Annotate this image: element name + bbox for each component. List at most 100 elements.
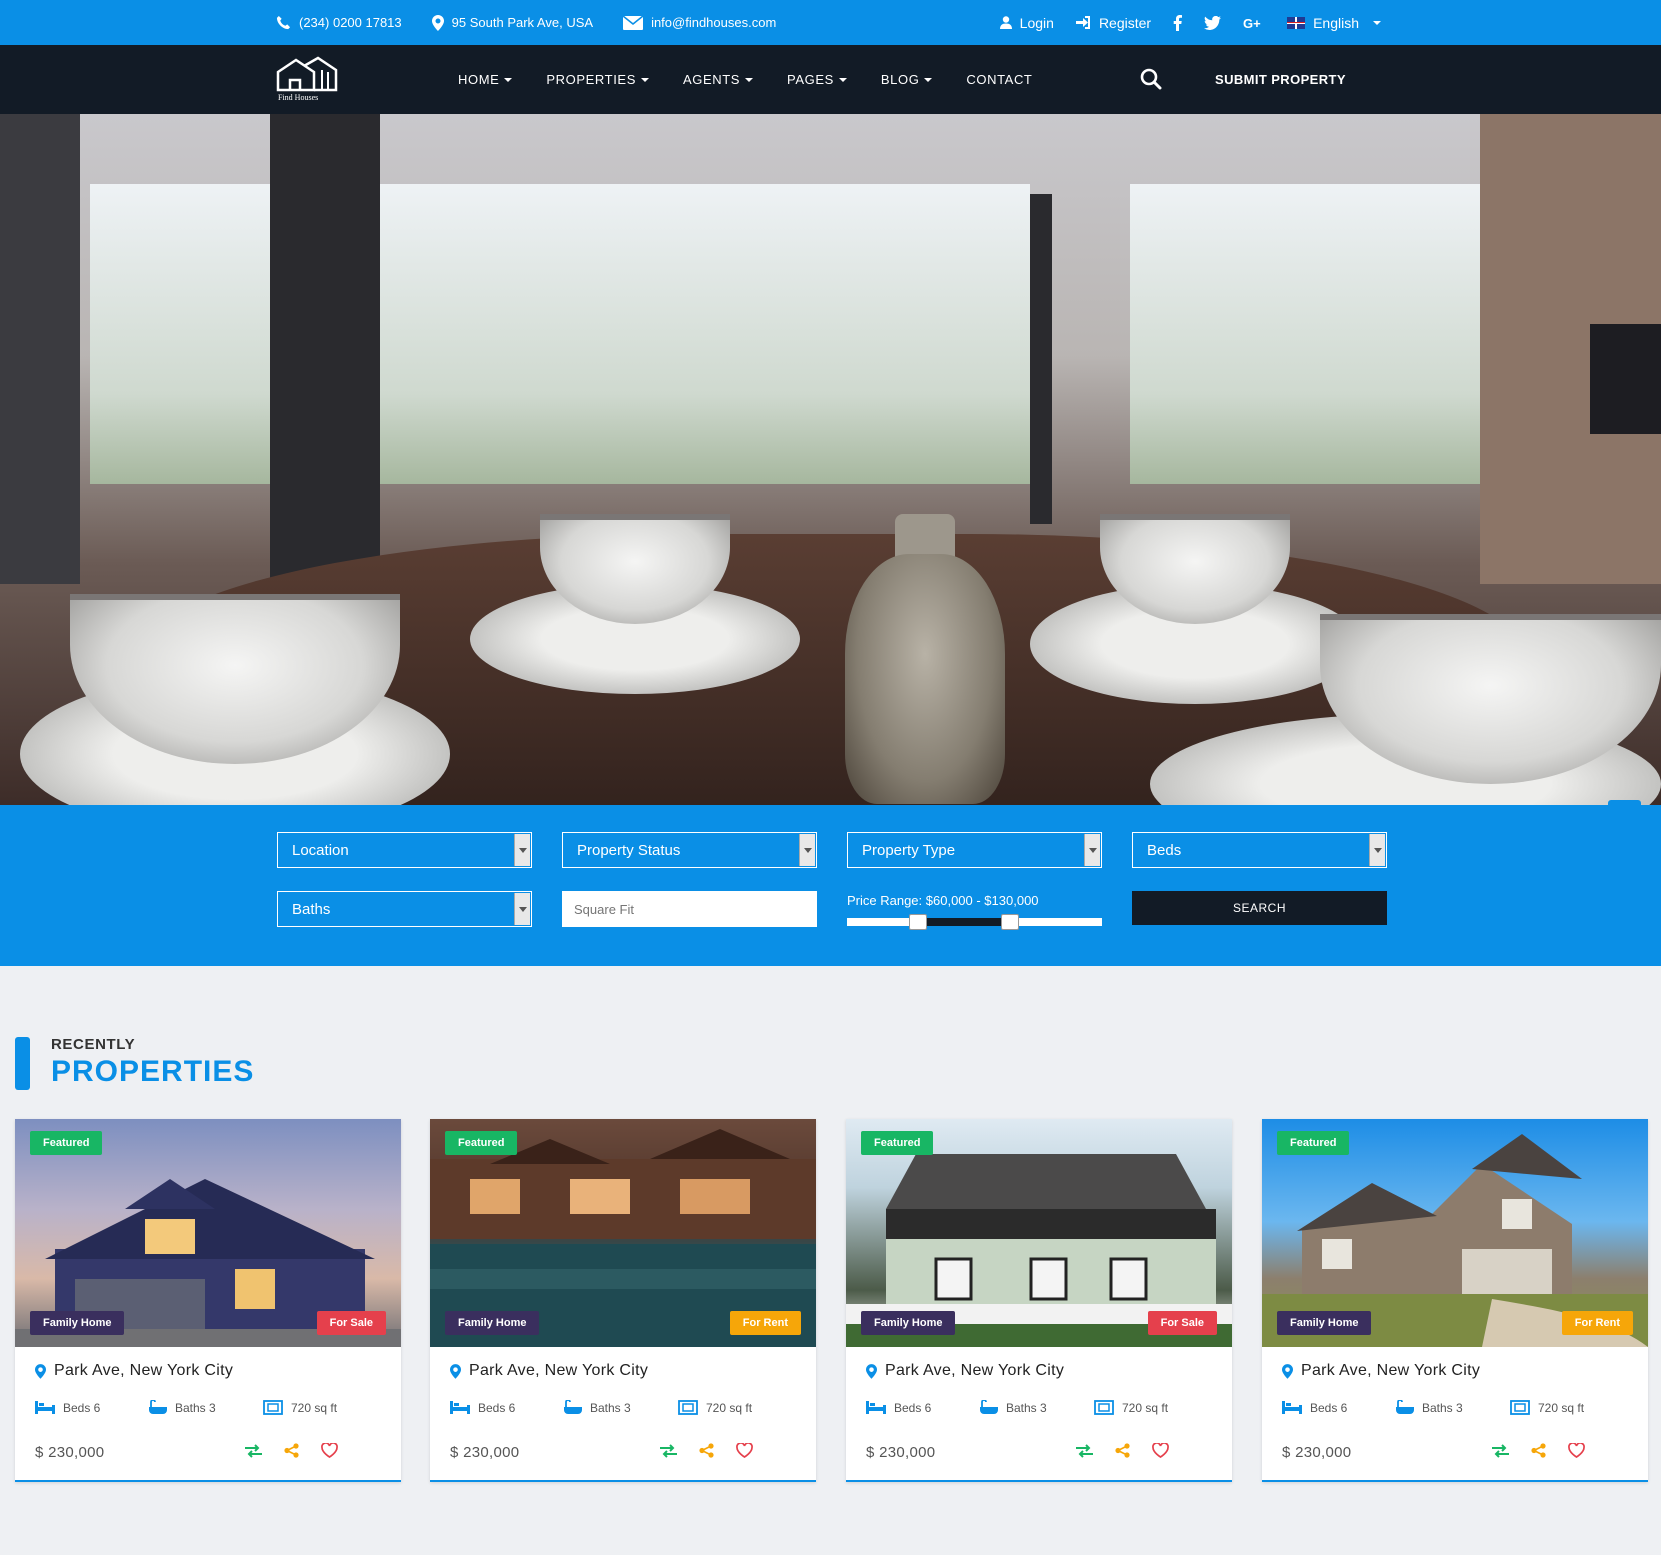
property-card[interactable]: Featured Family Home For Rent Park Ave, New… [1262,1119,1648,1482]
property-address[interactable]: Park Ave, New York City [35,1362,233,1380]
phone-icon [276,15,291,30]
property-card[interactable]: Featured Family Home For Sale Park Ave, New… [15,1119,401,1482]
chevron-down-icon [1369,834,1385,866]
nav-pages[interactable]: PAGES [787,72,847,87]
area-feature: 720 sq ft [1510,1400,1584,1415]
nav-item-label: HOME [458,72,500,87]
site-logo[interactable]: Find Houses [276,56,340,104]
search-icon[interactable] [1140,68,1162,90]
price-range-max-handle[interactable] [1001,914,1020,930]
chevron-down-icon [1373,20,1381,25]
language-selector[interactable]: English [1287,15,1381,31]
nav-item-label: CONTACT [966,72,1033,87]
favorite-button[interactable] [321,1442,338,1463]
favorite-button[interactable] [1152,1442,1169,1463]
property-address[interactable]: Park Ave, New York City [866,1362,1064,1380]
compare-icon [1076,1443,1093,1458]
compare-button[interactable] [660,1443,677,1463]
nav-contact[interactable]: CONTACT [966,72,1032,87]
favorite-button[interactable] [1568,1442,1585,1463]
chevron-down-icon [838,77,847,82]
uk-flag-icon [1287,16,1306,29]
bed-icon [450,1401,470,1414]
area-icon [678,1400,698,1415]
nav-blog[interactable]: BLOG [881,72,933,87]
submit-property-button[interactable]: SUBMIT PROPERTY [1215,45,1346,114]
chevron-down-icon [514,893,530,925]
email-info[interactable]: info@findhouses.com [623,15,776,30]
compare-button[interactable] [245,1443,262,1463]
baths-label: Baths 3 [1006,1400,1047,1415]
property-address[interactable]: Park Ave, New York City [1282,1362,1480,1380]
top-bar: (234) 0200 17813 95 South Park Ave, USA … [0,0,1661,45]
share-icon [699,1443,714,1458]
share-button[interactable] [1115,1443,1130,1463]
featured-badge: Featured [1277,1131,1350,1155]
register-link[interactable]: Register [1075,15,1151,31]
status-badge: For Sale [316,1311,386,1335]
price-range-label: Price Range: $60,000 - $130,000 [847,893,1039,908]
nav-item-label: BLOG [880,72,920,87]
compare-icon [660,1443,677,1458]
nav-properties[interactable]: PROPERTIES [546,72,649,87]
property-type-select[interactable]: Property Type [847,832,1102,868]
property-features: Beds 6 Baths 3 720 sq ft [35,1400,337,1415]
phone-info[interactable]: (234) 0200 17813 [276,15,402,30]
compare-button[interactable] [1076,1443,1093,1463]
twitter-icon[interactable] [1204,15,1222,30]
property-type-badge: Family Home [1277,1311,1372,1335]
address-label: Park Ave, New York City [54,1362,234,1379]
property-status-select[interactable]: Property Status [562,832,817,868]
favorite-button[interactable] [736,1442,753,1463]
share-icon [1115,1443,1130,1458]
nav-home[interactable]: HOME [458,72,513,87]
chevron-down-icon [640,77,649,82]
property-type-badge: Family Home [861,1311,956,1335]
chevron-down-icon [1084,834,1100,866]
property-price: $ 230,000 [35,1444,105,1461]
hero-vase [845,554,1005,804]
hero-wall [0,114,80,584]
main-menu: HOME PROPERTIES AGENTS PAGES BLOG CONTAC… [458,45,1032,114]
property-address[interactable]: Park Ave, New York City [450,1362,648,1380]
share-button[interactable] [699,1443,714,1463]
property-search-form: Location Property Status Property Type B… [0,805,1661,966]
login-link[interactable]: Login [999,14,1054,31]
section-subtitle: RECENTLY [51,1036,136,1053]
bathtub-icon [149,1400,167,1414]
nav-agents[interactable]: AGENTS [683,72,754,87]
address-label: Park Ave, New York City [469,1362,649,1379]
share-button[interactable] [284,1443,299,1463]
select-value: Location [292,841,349,859]
square-ft-input[interactable] [562,891,817,927]
chevron-down-icon [514,834,530,866]
card-actions [245,1442,338,1463]
property-features: Beds 6 Baths 3 720 sq ft [866,1400,1168,1415]
share-icon [284,1443,299,1458]
envelope-icon [623,15,644,30]
area-icon [263,1400,283,1415]
location-select[interactable]: Location [277,832,532,868]
compare-button[interactable] [1492,1443,1509,1463]
baths-label: Baths 3 [175,1400,216,1415]
area-feature: 720 sq ft [263,1400,337,1415]
bathtub-icon [1396,1400,1414,1414]
google-plus-icon[interactable]: G+ [1243,16,1265,30]
bathtub-icon [564,1400,582,1414]
card-actions [660,1442,753,1463]
login-label: Login [1019,14,1054,31]
share-button[interactable] [1531,1443,1546,1463]
address-label: Park Ave, New York City [1301,1362,1481,1379]
price-range-slider[interactable] [847,914,1102,930]
property-card[interactable]: Featured Family Home For Sale Park Ave, New… [846,1119,1232,1482]
search-button[interactable]: SEARCH [1132,891,1387,925]
map-marker-icon [431,14,444,31]
address-info: 95 South Park Ave, USA [431,14,593,31]
baths-select[interactable]: Baths [277,891,532,927]
baths-label: Baths 3 [1422,1400,1463,1415]
beds-label: Beds 6 [478,1400,516,1415]
beds-select[interactable]: Beds [1132,832,1387,868]
facebook-icon[interactable] [1173,14,1183,31]
price-range-min-handle[interactable] [909,914,928,930]
property-card[interactable]: Featured Family Home For Rent Park Ave, New… [430,1119,816,1482]
